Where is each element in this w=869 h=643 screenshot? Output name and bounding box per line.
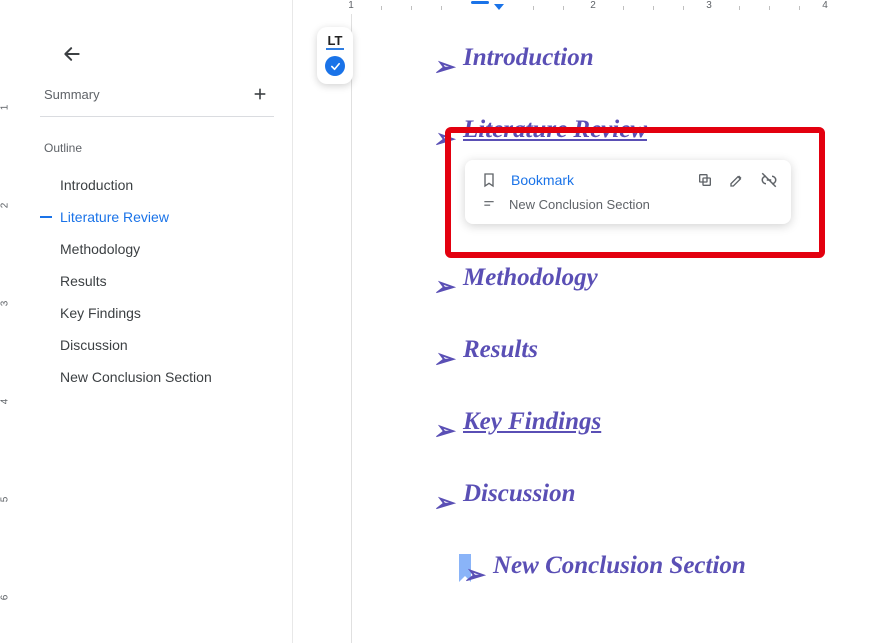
outline-item-label: Key Findings — [60, 305, 141, 321]
heading-literature-review[interactable]: ➢ Literature Review — [433, 116, 789, 144]
unlink-icon — [760, 171, 778, 189]
outline-item-label: Discussion — [60, 337, 128, 353]
remove-link-button[interactable] — [759, 170, 779, 190]
horizontal-ruler: 1 2 3 4 — [293, 0, 869, 14]
languagetool-check-badge — [325, 56, 345, 76]
h-ruler-num: 3 — [706, 0, 712, 11]
bullet-arrow-icon: ➢ — [433, 344, 454, 374]
outline-item-label: Literature Review — [60, 209, 169, 225]
heading-introduction[interactable]: ➢ Introduction — [433, 44, 789, 72]
copy-icon — [697, 172, 713, 188]
v-ruler-num: 1 — [0, 105, 10, 111]
h-ruler-num: 1 — [348, 0, 354, 11]
v-ruler-num: 2 — [0, 203, 10, 209]
heading-text: Results — [463, 336, 538, 363]
heading-text: Key Findings — [463, 408, 601, 435]
bullet-arrow-icon: ➢ — [433, 124, 454, 154]
heading-text: Discussion — [463, 480, 576, 507]
copy-link-button[interactable] — [695, 170, 715, 190]
heading-discussion[interactable]: ➢ Discussion — [433, 480, 789, 508]
outline-item-introduction[interactable]: Introduction — [40, 169, 274, 201]
v-ruler-num: 5 — [0, 497, 10, 503]
document-area: 1 2 3 4 ➢ Introduction ➢ Literature Revi… — [293, 0, 869, 643]
vertical-ruler: 1 2 3 4 5 6 — [0, 10, 16, 643]
outline-item-methodology[interactable]: Methodology — [40, 233, 274, 265]
v-ruler-num: 3 — [0, 301, 10, 307]
arrow-left-icon — [62, 44, 82, 64]
bullet-arrow-icon: ➢ — [433, 488, 454, 518]
outline-item-label: Introduction — [60, 177, 133, 193]
heading-key-findings[interactable]: ➢ Key Findings — [433, 408, 789, 436]
indent-left-marker[interactable] — [494, 4, 504, 10]
edit-link-button[interactable] — [727, 170, 747, 190]
outline-item-key-findings[interactable]: Key Findings — [40, 297, 274, 329]
link-card-subtitle: New Conclusion Section — [509, 197, 650, 212]
outline-item-literature-review[interactable]: Literature Review — [40, 201, 274, 233]
heading-text: New Conclusion Section — [463, 552, 746, 579]
summary-label: Summary — [44, 87, 100, 102]
outline-item-label: New Conclusion Section — [60, 369, 212, 385]
heading-text: Literature Review — [463, 116, 647, 143]
check-icon — [330, 61, 341, 72]
bullet-arrow-icon: ➢ — [463, 560, 484, 590]
outline-section-label: Outline — [40, 141, 274, 169]
languagetool-label: LT — [328, 33, 343, 50]
pencil-icon — [729, 172, 745, 188]
bullet-arrow-icon: ➢ — [433, 272, 454, 302]
h-ruler-num: 4 — [822, 0, 828, 11]
indent-first-line-marker[interactable] — [471, 1, 489, 4]
languagetool-widget[interactable]: LT — [317, 27, 353, 84]
divider — [40, 116, 274, 117]
plus-icon — [252, 86, 268, 102]
page-left-edge — [351, 14, 352, 643]
heading-text: Methodology — [463, 264, 598, 291]
heading-text: Introduction — [463, 44, 594, 71]
outline-item-label: Results — [60, 273, 107, 289]
v-ruler-num: 6 — [0, 595, 10, 601]
bullet-arrow-icon: ➢ — [433, 52, 454, 82]
outline-item-new-conclusion[interactable]: New Conclusion Section — [40, 361, 274, 393]
add-summary-button[interactable] — [250, 84, 270, 104]
heading-new-conclusion[interactable]: ➢ New Conclusion Section — [433, 552, 789, 580]
bookmark-icon — [479, 170, 499, 190]
outline-list: Introduction Literature Review Methodolo… — [40, 169, 274, 393]
outline-item-discussion[interactable]: Discussion — [40, 329, 274, 361]
v-ruler-num: 4 — [0, 399, 10, 405]
document-page[interactable]: ➢ Introduction ➢ Literature Review Bookm… — [353, 14, 869, 643]
notes-icon — [481, 194, 497, 214]
outline-item-results[interactable]: Results — [40, 265, 274, 297]
outline-sidebar: Summary Outline Introduction Literature … — [18, 0, 293, 643]
back-button[interactable] — [58, 40, 86, 68]
link-card-title[interactable]: Bookmark — [511, 172, 683, 188]
heading-results[interactable]: ➢ Results — [433, 336, 789, 364]
link-preview-card: Bookmark New Conclusion Section — [465, 160, 791, 224]
bullet-arrow-icon: ➢ — [433, 416, 454, 446]
heading-methodology[interactable]: ➢ Methodology — [433, 264, 789, 292]
h-ruler-num: 2 — [590, 0, 596, 11]
outline-item-label: Methodology — [60, 241, 140, 257]
